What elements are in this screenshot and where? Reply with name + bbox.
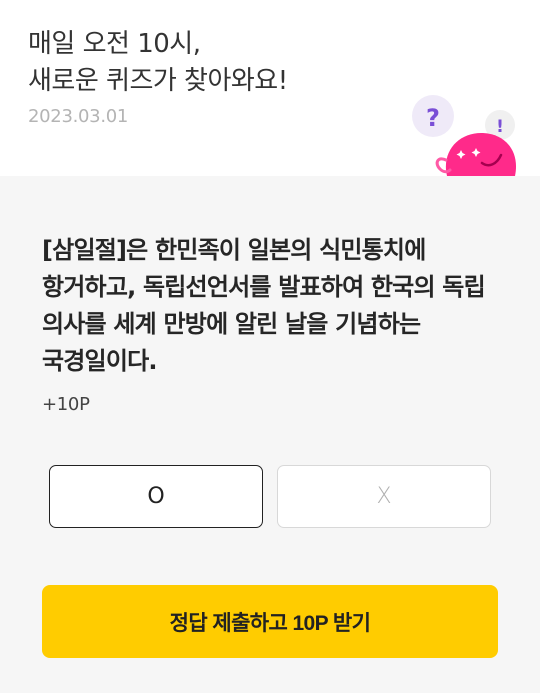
quiz-question: [삼일절]은 한민족이 일본의 식민통치에 항거하고, 독립선언서를 발표하여 … [42,236,486,375]
answer-x-button[interactable]: X [277,465,491,528]
mascot-smile [480,153,503,167]
submit-answer-button[interactable]: 정답 제출하고 10P 받기 [42,585,498,658]
mascot-arm [435,157,452,174]
points-reward: +10P [42,394,90,415]
exclamation-bubble [485,110,515,140]
question-bubble [412,95,454,137]
page-title: 매일 오전 10시, 새로운 퀴즈가 찾아와요! [28,29,288,96]
quiz-header: 매일 오전 10시, 새로운 퀴즈가 찾아와요! 2023.03.01 ? ! [0,0,540,176]
mascot-eye-left [456,150,466,159]
answer-o-button[interactable]: O [49,465,263,528]
question-mark: ? [426,104,440,132]
exclamation-mark: ! [496,117,504,137]
mascot-eye-right [471,148,481,157]
mascot-body [445,132,517,176]
quiz-date: 2023.03.01 [28,106,129,127]
